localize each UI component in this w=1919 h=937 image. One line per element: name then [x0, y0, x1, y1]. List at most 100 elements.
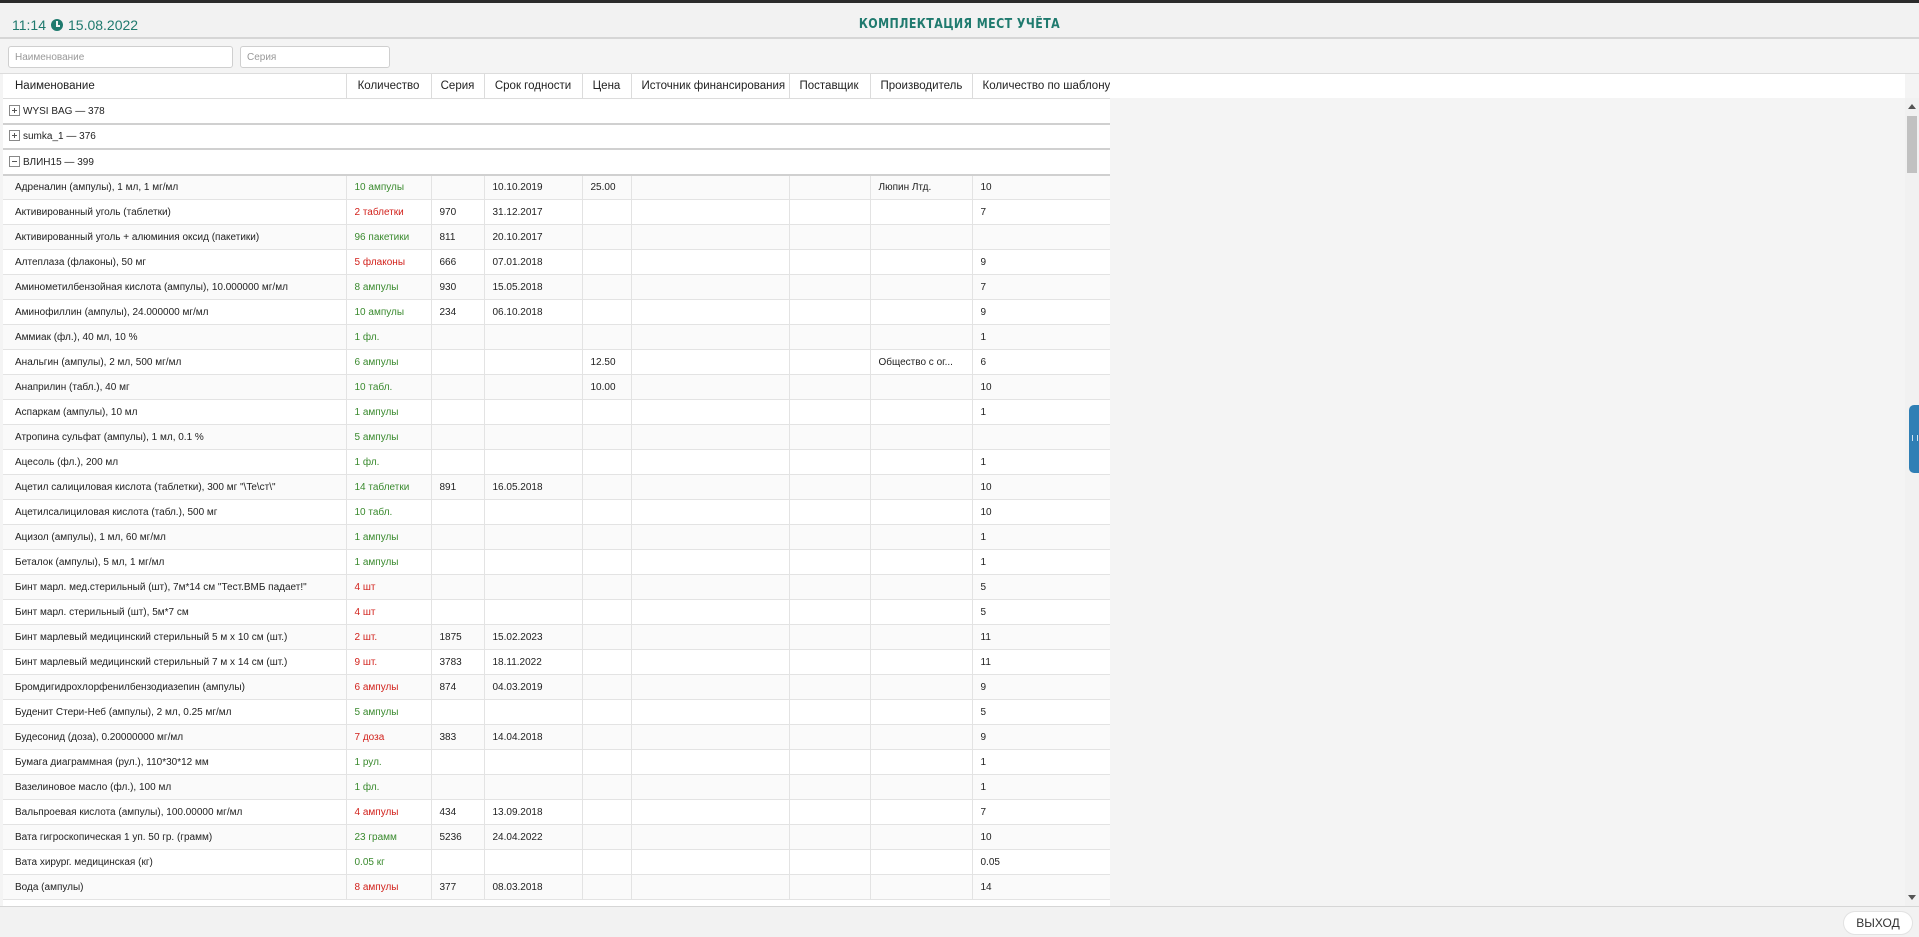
clock-icon [51, 19, 63, 31]
table-row[interactable]: Вальпроевая кислота (ампулы), 100.00000 … [3, 799, 1110, 825]
item-price [582, 324, 632, 350]
item-name: Аспаркам (ампулы), 10 мл [3, 399, 347, 425]
plus-square-icon[interactable] [9, 104, 20, 116]
item-name: Адреналин (ампулы), 1 мл, 1 мг/мл [3, 174, 347, 200]
item-expiry [484, 499, 583, 525]
item-template-quantity: 5 [972, 574, 1110, 600]
item-series: 434 [431, 799, 485, 825]
table-row[interactable]: Аспаркам (ампулы), 10 мл 1 ампулы 1 [3, 399, 1110, 425]
item-expiry: 20.10.2017 [484, 224, 583, 250]
item-price [582, 849, 632, 875]
item-manufacturer [870, 574, 973, 600]
name-filter-input[interactable] [8, 46, 233, 68]
table-row[interactable]: Вазелиновое масло (фл.), 100 мл 1 фл. 1 [3, 774, 1110, 800]
item-series [431, 599, 485, 625]
item-name: Атропина сульфат (ампулы), 1 мл, 0.1 % [3, 424, 347, 450]
column-header-supplier[interactable]: Поставщик [789, 74, 871, 99]
item-supplier [789, 349, 871, 375]
table-row[interactable]: Бромдигидрохлорфенилбензодиазепин (ампул… [3, 674, 1110, 700]
vertical-scrollbar[interactable] [1905, 98, 1919, 906]
item-funding-source [631, 299, 790, 325]
table-row[interactable]: Вода (ампулы) 8 ампулы 377 08.03.2018 14 [3, 874, 1110, 900]
group-row[interactable]: ВЛИН15 — 399 [3, 149, 1110, 176]
scroll-up-arrow-icon[interactable] [1908, 104, 1916, 109]
table-row[interactable]: Бинт марлевый медицинский стерильный 5 м… [3, 624, 1110, 650]
column-header-manufacturer[interactable]: Производитель [870, 74, 973, 99]
item-name: Бромдигидрохлорфенилбензодиазепин (ампул… [3, 674, 347, 700]
table-row[interactable]: Активированный уголь + алюминия оксид (п… [3, 224, 1110, 250]
item-price [582, 224, 632, 250]
item-name: Анальгин (ампулы), 2 мл, 500 мг/мл [3, 349, 347, 375]
table-row[interactable]: Атропина сульфат (ампулы), 1 мл, 0.1 % 5 … [3, 424, 1110, 450]
item-template-quantity: 1 [972, 774, 1110, 800]
table-row[interactable]: Адреналин (ампулы), 1 мл, 1 мг/мл 10 ампу… [3, 174, 1110, 200]
item-template-quantity: 10 [972, 474, 1110, 500]
table-row[interactable]: Вата гигроскопическая 1 уп. 50 гр. (грам… [3, 824, 1110, 850]
side-panel-toggle[interactable] [1909, 405, 1919, 473]
table-row[interactable]: Беталок (ампулы), 5 мл, 1 мг/мл 1 ампулы 1 [3, 549, 1110, 575]
item-series [431, 399, 485, 425]
plus-square-icon[interactable] [9, 130, 20, 142]
table-row[interactable]: Бинт марл. мед.стерильный (шт), 7м*14 см… [3, 574, 1110, 600]
item-name: Бумага диаграммная (рул.), 110*30*12 мм [3, 749, 347, 775]
table-row[interactable]: Ацесоль (фл.), 200 мл 1 фл. 1 [3, 449, 1110, 475]
group-row[interactable]: WYSI BAG — 378 [3, 98, 1110, 125]
table-row[interactable]: Будесонид (доза), 0.20000000 мг/мл 7 доза… [3, 724, 1110, 750]
minus-square-icon[interactable] [9, 155, 20, 167]
item-name: Ацесоль (фл.), 200 мл [3, 449, 347, 475]
table-row[interactable]: Вата хирург. медицинская (кг) 0.05 кг 0.05 [3, 849, 1110, 875]
table-row[interactable]: Активированный уголь (таблетки) 2 таблетк… [3, 199, 1110, 225]
item-name: Бинт марл. стерильный (шт), 5м*7 см [3, 599, 347, 625]
table-row[interactable]: Аминофиллин (ампулы), 24.000000 мг/мл 10 … [3, 299, 1110, 325]
column-header-template-quantity[interactable]: Количество по шаблону [972, 74, 1110, 99]
item-price [582, 524, 632, 550]
series-filter-input[interactable] [240, 46, 390, 68]
table-row[interactable]: Бумага диаграммная (рул.), 110*30*12 мм 1… [3, 749, 1110, 775]
group-row[interactable]: sumka_1 — 376 [3, 123, 1110, 150]
item-price [582, 774, 632, 800]
column-header-expiry[interactable]: Срок годности [484, 74, 583, 99]
column-header-name[interactable]: Наименование [3, 74, 347, 99]
item-funding-source [631, 674, 790, 700]
table-row[interactable]: Буденит Стери-Неб (ампулы), 2 мл, 0.25 м… [3, 699, 1110, 725]
table-row[interactable]: Ацетилсалициловая кислота (табл.), 500 м… [3, 499, 1110, 525]
exit-button[interactable]: ВЫХОД [1844, 912, 1912, 934]
item-series [431, 549, 485, 575]
item-price [582, 599, 632, 625]
item-funding-source [631, 699, 790, 725]
item-price [582, 724, 632, 750]
item-template-quantity: 6 [972, 349, 1110, 375]
item-price [582, 299, 632, 325]
item-quantity: 2 шт. [346, 624, 432, 650]
scroll-down-arrow-icon[interactable] [1908, 895, 1916, 900]
item-expiry: 15.05.2018 [484, 274, 583, 300]
item-template-quantity: 1 [972, 524, 1110, 550]
table-row[interactable]: Ацетил салициловая кислота (таблетки), 3… [3, 474, 1110, 500]
item-name: Вата гигроскопическая 1 уп. 50 гр. (грам… [3, 824, 347, 850]
item-funding-source [631, 524, 790, 550]
item-quantity: 1 ампулы [346, 399, 432, 425]
filter-bar [0, 41, 1919, 74]
column-header-funding-source[interactable]: Источник финансирования [631, 74, 790, 99]
grid-header-filler [1110, 74, 1905, 98]
item-funding-source [631, 799, 790, 825]
column-header-series[interactable]: Серия [431, 74, 485, 99]
table-row[interactable]: Аминометилбензойная кислота (ампулы), 10… [3, 274, 1110, 300]
table-row[interactable]: Аммиак (фл.), 40 мл, 10 % 1 фл. 1 [3, 324, 1110, 350]
column-header-price[interactable]: Цена [582, 74, 632, 99]
item-name: Ацетилсалициловая кислота (табл.), 500 м… [3, 499, 347, 525]
item-funding-source [631, 174, 790, 200]
table-row[interactable]: Бинт марлевый медицинский стерильный 7 м… [3, 649, 1110, 675]
item-manufacturer [870, 199, 973, 225]
item-funding-source [631, 349, 790, 375]
item-supplier [789, 299, 871, 325]
date-text: 15.08.2022 [68, 17, 139, 33]
table-row[interactable]: Алтеплаза (флаконы), 50 мг 5 флаконы 666 07… [3, 249, 1110, 275]
table-row[interactable]: Анаприлин (табл.), 40 мг 10 табл. 10.00 10 [3, 374, 1110, 400]
column-header-quantity[interactable]: Количество [346, 74, 432, 99]
table-row[interactable]: Ацизол (ампулы), 1 мл, 60 мг/мл 1 ампулы 1 [3, 524, 1110, 550]
table-row[interactable]: Бинт марл. стерильный (шт), 5м*7 см 4 шт 5 [3, 599, 1110, 625]
scroll-thumb[interactable] [1907, 116, 1917, 173]
item-expiry: 07.01.2018 [484, 249, 583, 275]
table-row[interactable]: Анальгин (ампулы), 2 мл, 500 мг/мл 6 ампу… [3, 349, 1110, 375]
